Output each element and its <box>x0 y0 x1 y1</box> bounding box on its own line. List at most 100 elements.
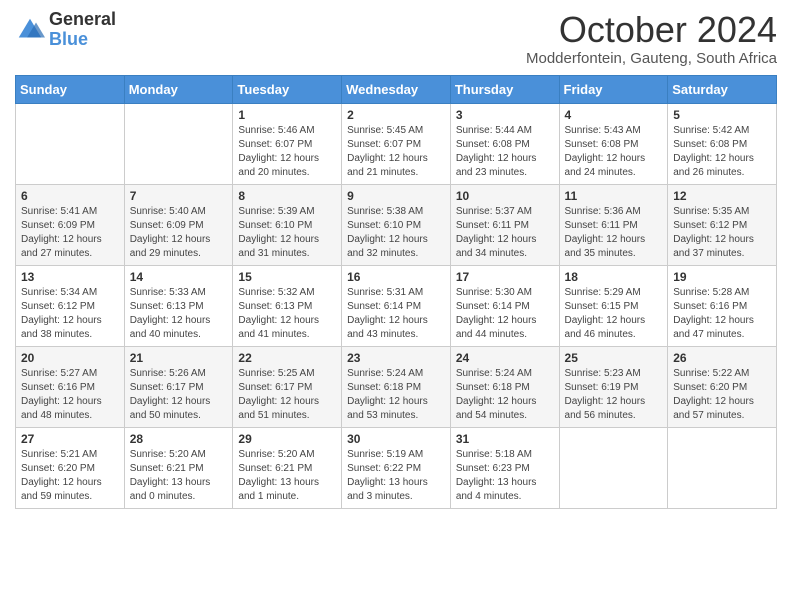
col-saturday: Saturday <box>668 75 777 103</box>
day-number: 24 <box>456 351 554 365</box>
day-info: Sunrise: 5:19 AMSunset: 6:22 PMDaylight:… <box>347 448 445 504</box>
calendar-cell: 30 Sunrise: 5:19 AMSunset: 6:22 PMDayligh… <box>342 427 451 508</box>
day-info: Sunrise: 5:24 AMSunset: 6:18 PMDaylight:… <box>347 367 445 423</box>
calendar-week-row: 20Sunrise: 5:27 AMSunset: 6:16 PMDayligh… <box>16 346 777 427</box>
calendar-cell: 13Sunrise: 5:34 AMSunset: 6:12 PMDayligh… <box>16 265 125 346</box>
day-number: 10 <box>456 189 554 203</box>
day-info: Sunrise: 5:33 AMSunset: 6:13 PMDaylight:… <box>130 286 228 342</box>
day-info: Sunrise: 5:45 AMSunset: 6:07 PMDaylight:… <box>347 124 445 180</box>
day-number: 22 <box>238 351 336 365</box>
calendar-cell: 8 Sunrise: 5:39 AMSunset: 6:10 PMDaylight… <box>233 184 342 265</box>
day-number: 30 <box>347 432 445 446</box>
day-info: Sunrise: 5:35 AMSunset: 6:12 PMDaylight:… <box>673 205 771 261</box>
day-number: 8 <box>238 189 336 203</box>
calendar-cell: 24 Sunrise: 5:24 AMSunset: 6:18 PMDayligh… <box>450 346 559 427</box>
calendar-cell: 10Sunrise: 5:37 AMSunset: 6:11 PMDayligh… <box>450 184 559 265</box>
day-number: 19 <box>673 270 771 284</box>
day-number: 7 <box>130 189 228 203</box>
day-info: Sunrise: 5:20 AMSunset: 6:21 PMDaylight:… <box>238 448 336 504</box>
day-info: Sunrise: 5:29 AMSunset: 6:15 PMDaylight:… <box>565 286 663 342</box>
calendar-cell: 22Sunrise: 5:25 AMSunset: 6:17 PMDayligh… <box>233 346 342 427</box>
day-info: Sunrise: 5:31 AMSunset: 6:14 PMDaylight:… <box>347 286 445 342</box>
title-block: October 2024 Modderfontein, Gauteng, Sou… <box>526 10 777 67</box>
calendar-cell: 4 Sunrise: 5:43 AMSunset: 6:08 PMDaylight… <box>559 103 668 184</box>
calendar-cell: 14 Sunrise: 5:33 AMSunset: 6:13 PMDayligh… <box>124 265 233 346</box>
day-info: Sunrise: 5:18 AMSunset: 6:23 PMDaylight:… <box>456 448 554 504</box>
day-number: 9 <box>347 189 445 203</box>
calendar-cell: 20Sunrise: 5:27 AMSunset: 6:16 PMDayligh… <box>16 346 125 427</box>
calendar-week-row: 6 Sunrise: 5:41 AMSunset: 6:09 PMDaylight… <box>16 184 777 265</box>
calendar-cell: 17 Sunrise: 5:30 AMSunset: 6:14 PMDayligh… <box>450 265 559 346</box>
day-info: Sunrise: 5:38 AMSunset: 6:10 PMDaylight:… <box>347 205 445 261</box>
day-number: 25 <box>565 351 663 365</box>
day-number: 3 <box>456 108 554 122</box>
calendar-cell <box>559 427 668 508</box>
day-info: Sunrise: 5:24 AMSunset: 6:18 PMDaylight:… <box>456 367 554 423</box>
calendar-cell: 25 Sunrise: 5:23 AMSunset: 6:19 PMDayligh… <box>559 346 668 427</box>
col-tuesday: Tuesday <box>233 75 342 103</box>
calendar-table: Sunday Monday Tuesday Wednesday Thursday… <box>15 75 777 509</box>
logo-icon <box>15 15 45 45</box>
month-title: October 2024 <box>526 10 777 50</box>
col-friday: Friday <box>559 75 668 103</box>
calendar-cell: 19 Sunrise: 5:28 AMSunset: 6:16 PMDayligh… <box>668 265 777 346</box>
calendar-cell: 18 Sunrise: 5:29 AMSunset: 6:15 PMDayligh… <box>559 265 668 346</box>
calendar-cell: 31 Sunrise: 5:18 AMSunset: 6:23 PMDayligh… <box>450 427 559 508</box>
calendar-cell: 9 Sunrise: 5:38 AMSunset: 6:10 PMDaylight… <box>342 184 451 265</box>
col-wednesday: Wednesday <box>342 75 451 103</box>
calendar-cell <box>124 103 233 184</box>
logo-text: General Blue <box>49 10 116 50</box>
day-info: Sunrise: 5:39 AMSunset: 6:10 PMDaylight:… <box>238 205 336 261</box>
day-info: Sunrise: 5:21 AMSunset: 6:20 PMDaylight:… <box>21 448 119 504</box>
day-number: 26 <box>673 351 771 365</box>
day-info: Sunrise: 5:20 AMSunset: 6:21 PMDaylight:… <box>130 448 228 504</box>
day-info: Sunrise: 5:41 AMSunset: 6:09 PMDaylight:… <box>21 205 119 261</box>
day-info: Sunrise: 5:32 AMSunset: 6:13 PMDaylight:… <box>238 286 336 342</box>
calendar-cell: 5 Sunrise: 5:42 AMSunset: 6:08 PMDaylight… <box>668 103 777 184</box>
calendar-week-row: 27 Sunrise: 5:21 AMSunset: 6:20 PMDayligh… <box>16 427 777 508</box>
day-number: 6 <box>21 189 119 203</box>
day-info: Sunrise: 5:44 AMSunset: 6:08 PMDaylight:… <box>456 124 554 180</box>
day-number: 17 <box>456 270 554 284</box>
day-info: Sunrise: 5:43 AMSunset: 6:08 PMDaylight:… <box>565 124 663 180</box>
day-number: 11 <box>565 189 663 203</box>
day-info: Sunrise: 5:36 AMSunset: 6:11 PMDaylight:… <box>565 205 663 261</box>
calendar-cell <box>668 427 777 508</box>
day-number: 4 <box>565 108 663 122</box>
logo: General Blue <box>15 10 116 50</box>
day-info: Sunrise: 5:46 AMSunset: 6:07 PMDaylight:… <box>238 124 336 180</box>
day-number: 21 <box>130 351 228 365</box>
day-info: Sunrise: 5:30 AMSunset: 6:14 PMDaylight:… <box>456 286 554 342</box>
calendar-cell: 26Sunrise: 5:22 AMSunset: 6:20 PMDayligh… <box>668 346 777 427</box>
calendar-cell: 15Sunrise: 5:32 AMSunset: 6:13 PMDayligh… <box>233 265 342 346</box>
day-number: 31 <box>456 432 554 446</box>
day-number: 2 <box>347 108 445 122</box>
header: General Blue October 2024 Modderfontein,… <box>15 10 777 67</box>
calendar-cell: 7 Sunrise: 5:40 AMSunset: 6:09 PMDaylight… <box>124 184 233 265</box>
day-info: Sunrise: 5:40 AMSunset: 6:09 PMDaylight:… <box>130 205 228 261</box>
day-number: 5 <box>673 108 771 122</box>
calendar-cell: 3 Sunrise: 5:44 AMSunset: 6:08 PMDaylight… <box>450 103 559 184</box>
page: General Blue October 2024 Modderfontein,… <box>0 0 792 612</box>
day-number: 14 <box>130 270 228 284</box>
calendar-cell: 11 Sunrise: 5:36 AMSunset: 6:11 PMDayligh… <box>559 184 668 265</box>
day-number: 27 <box>21 432 119 446</box>
day-number: 20 <box>21 351 119 365</box>
calendar-cell: 2 Sunrise: 5:45 AMSunset: 6:07 PMDaylight… <box>342 103 451 184</box>
logo-blue-text: Blue <box>49 30 116 50</box>
calendar-cell: 12 Sunrise: 5:35 AMSunset: 6:12 PMDayligh… <box>668 184 777 265</box>
calendar-cell: 16Sunrise: 5:31 AMSunset: 6:14 PMDayligh… <box>342 265 451 346</box>
calendar-cell: 23 Sunrise: 5:24 AMSunset: 6:18 PMDayligh… <box>342 346 451 427</box>
col-thursday: Thursday <box>450 75 559 103</box>
day-number: 18 <box>565 270 663 284</box>
calendar-cell: 27 Sunrise: 5:21 AMSunset: 6:20 PMDayligh… <box>16 427 125 508</box>
day-info: Sunrise: 5:42 AMSunset: 6:08 PMDaylight:… <box>673 124 771 180</box>
day-number: 12 <box>673 189 771 203</box>
day-number: 23 <box>347 351 445 365</box>
col-monday: Monday <box>124 75 233 103</box>
calendar-header-row: Sunday Monday Tuesday Wednesday Thursday… <box>16 75 777 103</box>
day-info: Sunrise: 5:28 AMSunset: 6:16 PMDaylight:… <box>673 286 771 342</box>
day-info: Sunrise: 5:23 AMSunset: 6:19 PMDaylight:… <box>565 367 663 423</box>
calendar-week-row: 13Sunrise: 5:34 AMSunset: 6:12 PMDayligh… <box>16 265 777 346</box>
col-sunday: Sunday <box>16 75 125 103</box>
